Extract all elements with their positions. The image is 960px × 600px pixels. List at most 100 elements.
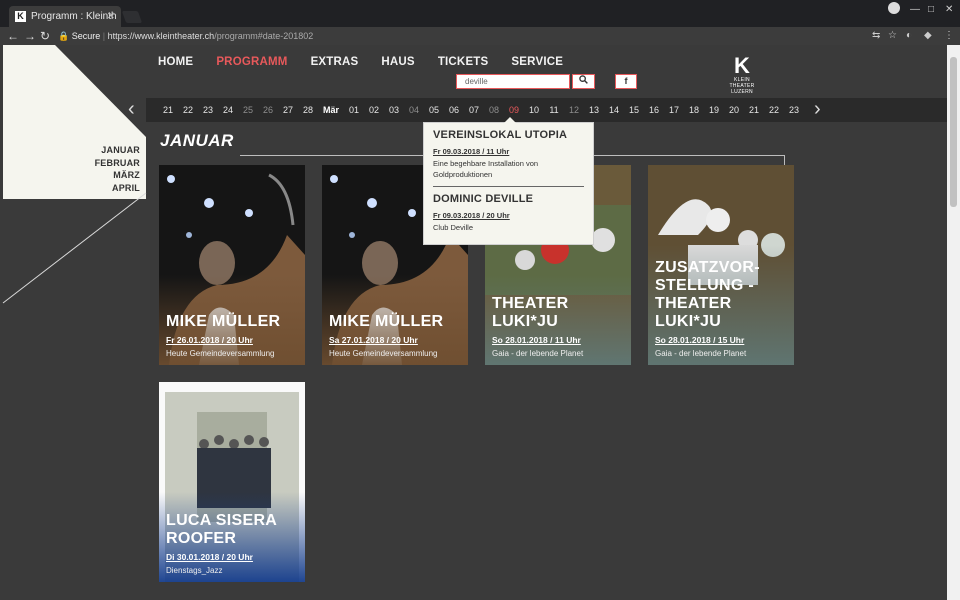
nav-programm[interactable]: PROGRAMM bbox=[216, 55, 287, 69]
date-item[interactable]: 17 bbox=[664, 98, 684, 122]
scrollbar-thumb[interactable] bbox=[950, 57, 957, 207]
nav-home[interactable]: HOME bbox=[158, 55, 193, 69]
bookmark-star-icon[interactable]: ☆ bbox=[888, 28, 897, 44]
date-item[interactable]: 22 bbox=[764, 98, 784, 122]
month-link-maerz[interactable]: MÄRZ bbox=[80, 169, 140, 182]
popup-event-title[interactable]: VEREINSLOKAL UTOPIA bbox=[433, 129, 584, 142]
page-scrollbar[interactable] bbox=[947, 45, 960, 600]
date-item[interactable]: 16 bbox=[644, 98, 664, 122]
date-item[interactable]: 22 bbox=[178, 98, 198, 122]
logo-letter: K bbox=[734, 53, 750, 78]
card-subtitle: Gaia - der lebende Planet bbox=[492, 349, 584, 358]
month-list: JANUAR FEBRUAR MÄRZ APRIL bbox=[80, 144, 140, 194]
event-card[interactable]: LUCA SISERA ROOFER Di 30.01.2018 / 20 Uh… bbox=[159, 382, 305, 582]
main-navigation: HOME PROGRAMM EXTRAS HAUS TICKETS SERVIC… bbox=[158, 55, 586, 69]
date-item[interactable]: 24 bbox=[218, 98, 238, 122]
card-date[interactable]: Fr 26.01.2018 / 20 Uhr bbox=[166, 335, 253, 345]
popup-event-date[interactable]: Fr 09.03.2018 / 20 Uhr bbox=[433, 211, 584, 221]
month-link-januar[interactable]: JANUAR bbox=[80, 144, 140, 157]
month-link-april[interactable]: APRIL bbox=[80, 182, 140, 195]
translate-icon[interactable]: ⇆ bbox=[872, 28, 880, 44]
date-item[interactable]: 25 bbox=[238, 98, 258, 122]
card-subtitle: Heute Gemeindeversammlung bbox=[329, 349, 438, 358]
reload-icon[interactable]: ↻ bbox=[40, 27, 50, 45]
card-date[interactable]: Sa 27.01.2018 / 20 Uhr bbox=[329, 335, 418, 345]
logo-line2: THEATER LUZERN bbox=[729, 83, 755, 95]
facebook-button[interactable]: f bbox=[615, 74, 637, 89]
card-title: ZUSATZVOR-STELLUNG - THEATER LUKI*JU bbox=[655, 259, 760, 330]
date-item[interactable]: 28 bbox=[298, 98, 318, 122]
nav-extras[interactable]: EXTRAS bbox=[311, 55, 359, 69]
date-item[interactable]: 15 bbox=[624, 98, 644, 122]
popup-pointer bbox=[504, 117, 516, 123]
date-item[interactable]: 06 bbox=[444, 98, 464, 122]
card-date[interactable]: So 28.01.2018 / 11 Uhr bbox=[492, 335, 581, 345]
date-item[interactable]: 18 bbox=[684, 98, 704, 122]
date-item[interactable]: 20 bbox=[724, 98, 744, 122]
popup-event-title[interactable]: DOMINIC DEVILLE bbox=[433, 193, 584, 206]
date-month-label: Mär bbox=[322, 105, 339, 115]
search-input[interactable]: deville bbox=[456, 74, 570, 89]
card-date[interactable]: So 28.01.2018 / 15 Uhr bbox=[655, 335, 744, 345]
popup-event-text: Club Deville bbox=[433, 223, 474, 232]
maximize-icon[interactable]: □ bbox=[928, 4, 934, 15]
nav-service[interactable]: SERVICE bbox=[511, 55, 563, 69]
close-window-icon[interactable]: ✕ bbox=[945, 4, 953, 15]
date-prev-arrow-icon[interactable]: ‹ bbox=[128, 97, 135, 121]
date-item[interactable]: 21 bbox=[158, 98, 178, 122]
site-favicon-icon: K bbox=[15, 11, 26, 22]
card-title: MIKE MÜLLER bbox=[166, 313, 281, 330]
nav-haus[interactable]: HAUS bbox=[381, 55, 414, 69]
card-subtitle: Gaia - der lebende Planet bbox=[655, 349, 747, 358]
card-title: MIKE MÜLLER bbox=[329, 313, 444, 330]
search-button[interactable] bbox=[572, 74, 595, 89]
profile-icon[interactable] bbox=[888, 2, 900, 14]
popup-event-date[interactable]: Fr 09.03.2018 / 11 Uhr bbox=[433, 147, 584, 157]
kleintheater-logo[interactable]: K KLEIN THEATER LUZERN bbox=[718, 53, 766, 96]
event-card[interactable]: ZUSATZVOR-STELLUNG - THEATER LUKI*JU So … bbox=[648, 165, 794, 365]
close-tab-icon[interactable]: ✕ bbox=[107, 6, 115, 27]
new-tab-button[interactable] bbox=[121, 11, 143, 23]
card-subtitle: Dienstags_Jazz bbox=[166, 566, 223, 575]
date-item[interactable]: 13 bbox=[584, 98, 604, 122]
card-title: LUCA SISERA ROOFER bbox=[166, 512, 277, 547]
date-next-arrow-icon[interactable]: › bbox=[814, 97, 821, 121]
date-item[interactable]: 12 bbox=[564, 98, 584, 122]
nav-tickets[interactable]: TICKETS bbox=[438, 55, 489, 69]
date-item[interactable]: 26 bbox=[258, 98, 278, 122]
card-date[interactable]: Di 30.01.2018 / 20 Uhr bbox=[166, 552, 253, 562]
date-item[interactable]: 03 bbox=[384, 98, 404, 122]
url-host: https://www.kleintheater.ch bbox=[107, 31, 215, 41]
address-bar: ← → ↻ 🔒 Secure | https://www.kleintheate… bbox=[0, 27, 960, 45]
date-item[interactable]: 02 bbox=[364, 98, 384, 122]
date-item[interactable]: 23 bbox=[198, 98, 218, 122]
date-item[interactable]: 07 bbox=[464, 98, 484, 122]
date-strip: 21 22 23 24 25 26 27 28 Mär 01 02 03 04 05 06 07 08 09 10 1… bbox=[158, 98, 804, 122]
date-item[interactable]: 01 bbox=[344, 98, 364, 122]
date-item[interactable]: 27 bbox=[278, 98, 298, 122]
browser-tab[interactable]: K Programm : Kleinth ✕ bbox=[9, 6, 121, 27]
page-content: JANUAR FEBRUAR MÄRZ APRIL HOME PROGRAMM … bbox=[0, 45, 947, 600]
date-item[interactable]: 08 bbox=[484, 98, 504, 122]
popup-event-text: Eine begehbare Installation von Goldprod… bbox=[433, 159, 539, 179]
date-item[interactable]: 14 bbox=[604, 98, 624, 122]
extension-icon[interactable]: ◐ bbox=[906, 28, 912, 44]
date-item[interactable]: 23 bbox=[784, 98, 804, 122]
date-item[interactable]: 21 bbox=[744, 98, 764, 122]
tab-title: Programm : Kleinth bbox=[31, 11, 117, 22]
date-item[interactable]: 10 bbox=[524, 98, 544, 122]
month-link-februar[interactable]: FEBRUAR bbox=[80, 157, 140, 170]
extension-icon-2[interactable]: ◆ bbox=[924, 28, 932, 44]
minimize-icon[interactable]: — bbox=[910, 4, 920, 15]
back-icon[interactable]: ← bbox=[7, 27, 19, 45]
date-item[interactable]: 19 bbox=[704, 98, 724, 122]
url-field[interactable]: 🔒 Secure | https://www.kleintheater.ch/p… bbox=[58, 27, 313, 45]
event-card[interactable]: MIKE MÜLLER Fr 26.01.2018 / 20 Uhr Heute… bbox=[159, 165, 305, 365]
date-item[interactable]: 11 bbox=[544, 98, 564, 122]
menu-dots-icon[interactable]: ⋮ bbox=[944, 28, 954, 44]
date-item[interactable]: 04 bbox=[404, 98, 424, 122]
search-icon bbox=[579, 75, 588, 84]
forward-icon[interactable]: → bbox=[24, 27, 36, 45]
date-item[interactable]: 05 bbox=[424, 98, 444, 122]
popup-separator bbox=[433, 186, 584, 187]
